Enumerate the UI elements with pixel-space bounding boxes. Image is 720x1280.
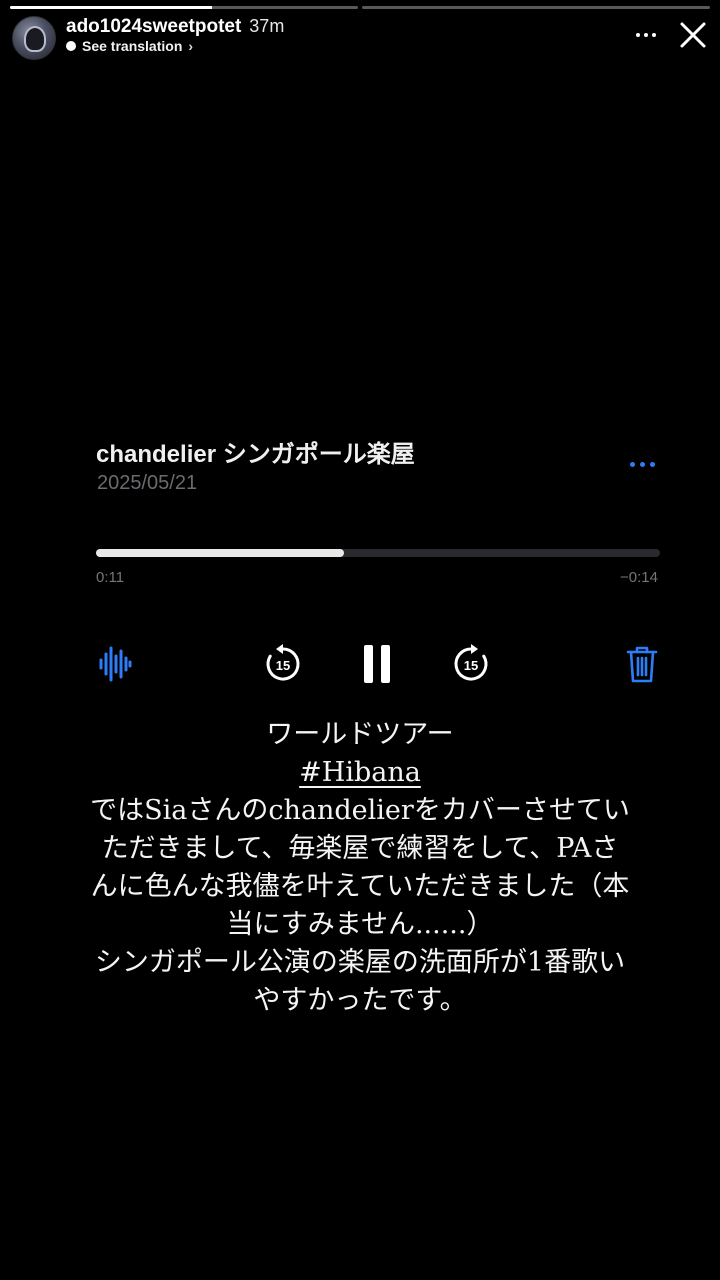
dot (639, 461, 645, 467)
avatar[interactable] (12, 16, 56, 60)
trash-icon (626, 646, 658, 683)
delete-button[interactable] (622, 642, 662, 686)
translation-bubble-icon (66, 41, 76, 51)
pause-button[interactable] (356, 640, 398, 688)
story-progress (10, 6, 710, 9)
playback-progress-fill (96, 549, 345, 557)
dot (649, 461, 655, 467)
username[interactable]: ado1024sweetpotet (66, 16, 241, 37)
caption-line: ワールドツアー (266, 719, 454, 750)
story-segment (10, 6, 358, 9)
chevron-right-icon: › (188, 38, 194, 54)
dot (644, 33, 648, 37)
skip-forward-15-button[interactable]: 15 (450, 642, 492, 686)
voice-memo-player: chandelier シンガポール楽屋 2025/05/21 0:11 −0:1… (0, 420, 720, 710)
time-ago: 37m (249, 16, 285, 36)
story-header: ado1024sweetpotet 37m See translation › (12, 14, 710, 60)
skip-back-15-button[interactable]: 15 (262, 642, 304, 686)
hashtag-link[interactable]: #Hibana (299, 757, 421, 788)
user-line: ado1024sweetpotet 37m (66, 16, 284, 38)
recording-title: chandelier シンガポール楽屋 (96, 441, 415, 468)
skip-forward-15-icon: 15 (454, 644, 488, 681)
caption-body: ではSiaさんのchandelierをカバーさせていただきまして、毎楽屋で練習を… (90, 795, 630, 940)
recording-more-button[interactable] (622, 454, 662, 474)
remaining-time: −0:14 (620, 569, 658, 586)
story-segment (362, 6, 710, 9)
elapsed-time: 0:11 (96, 569, 125, 586)
skip-back-seconds: 15 (276, 658, 290, 673)
story-caption: ワールドツアー #Hibana ではSiaさんのchandelierをカバーさせ… (90, 716, 630, 1020)
see-translation-link[interactable]: See translation › (66, 38, 193, 54)
waveform-icon (99, 646, 132, 682)
close-button[interactable] (676, 18, 710, 52)
pause-icon (364, 645, 390, 683)
dot (629, 461, 635, 467)
skip-back-15-icon: 15 (266, 644, 300, 681)
playback-scrubber[interactable] (96, 549, 660, 557)
caption-body: シンガポール公演の楽屋の洗面所が1番歌いやすかったです。 (94, 947, 626, 1016)
more-options-button[interactable] (626, 20, 666, 50)
dot (636, 33, 640, 37)
close-icon (680, 22, 706, 48)
story-segment-fill (10, 6, 212, 9)
see-translation-label: See translation (82, 38, 183, 54)
dot (652, 33, 656, 37)
waveform-button[interactable] (96, 642, 134, 686)
skip-forward-seconds: 15 (464, 658, 478, 673)
recording-date: 2025/05/21 (97, 472, 198, 494)
